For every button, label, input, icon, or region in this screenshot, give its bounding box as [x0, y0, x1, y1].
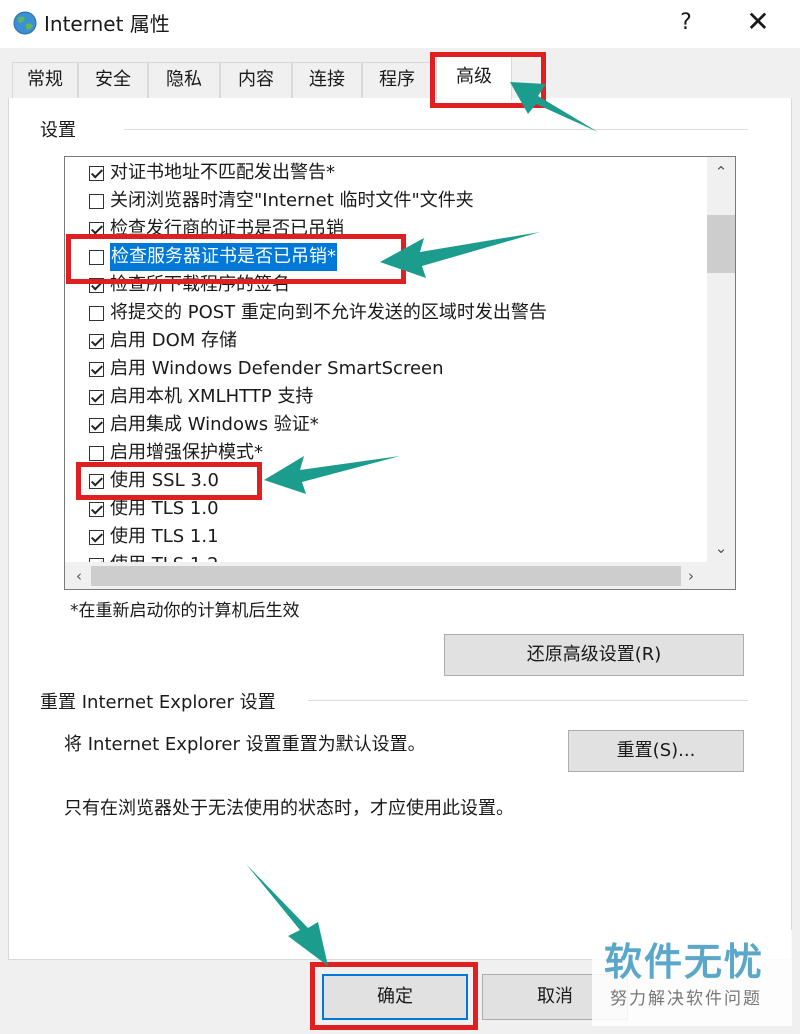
checkbox[interactable] [89, 473, 104, 489]
watermark-tagline: 努力解决软件问题 [610, 989, 762, 1009]
list-item-selected[interactable]: 检查服务器证书是否已吊销* [89, 243, 337, 271]
reset-description: 将 Internet Explorer 设置重置为默认设置。 [64, 734, 426, 755]
list-item[interactable]: 启用本机 XMLHTTP 支持 [89, 383, 313, 411]
horizontal-scroll-thumb[interactable] [91, 566, 681, 586]
checkbox[interactable] [89, 445, 104, 461]
list-item[interactable]: 启用集成 Windows 验证* [89, 411, 319, 439]
scroll-left-icon[interactable]: ‹ [65, 563, 93, 589]
checkbox[interactable] [89, 361, 104, 377]
list-item[interactable]: 使用 TLS 1.0 [89, 495, 219, 523]
list-item[interactable]: 检查所下载程序的签名 [89, 271, 290, 299]
close-button[interactable]: ✕ [744, 6, 772, 38]
list-item[interactable]: 检查发行商的证书是否已吊销 [89, 215, 344, 243]
checkbox[interactable] [89, 249, 104, 265]
list-item[interactable]: 使用 SSL 3.0 [89, 467, 219, 495]
ok-button[interactable]: 确定 [322, 974, 468, 1020]
tab-security[interactable]: 安全 [78, 62, 148, 99]
vertical-scroll-thumb[interactable] [707, 215, 735, 273]
group-divider [124, 129, 748, 130]
list-item[interactable]: 将提交的 POST 重定向到不允许发送的区域时发出警告 [89, 299, 547, 327]
scroll-down-icon[interactable]: ⌄ [707, 535, 735, 561]
internet-globe-icon [13, 11, 37, 35]
list-item[interactable]: 启用 Windows Defender SmartScreen [89, 355, 444, 383]
checkbox[interactable] [89, 165, 104, 181]
tab-advanced[interactable]: 高级 [436, 56, 512, 100]
checkbox[interactable] [89, 277, 104, 293]
scroll-up-icon[interactable]: ⌃ [707, 159, 735, 185]
tab-connections[interactable]: 连接 [292, 62, 362, 99]
checkbox[interactable] [89, 333, 104, 349]
settings-group-label: 设置 [40, 120, 76, 141]
restore-advanced-button[interactable]: 还原高级设置(R) [444, 634, 744, 676]
group-divider [308, 700, 748, 701]
restart-note: *在重新启动你的计算机后生效 [70, 601, 300, 621]
settings-list[interactable]: 对证书地址不匹配发出警告* 关闭浏览器时清空"Internet 临时文件"文件夹… [64, 156, 736, 590]
tab-general[interactable]: 常规 [12, 62, 78, 99]
tab-programs[interactable]: 程序 [362, 62, 432, 99]
help-button[interactable]: ? [674, 8, 698, 38]
list-item[interactable]: 关闭浏览器时清空"Internet 临时文件"文件夹 [89, 187, 474, 215]
list-item[interactable]: 启用增强保护模式* [89, 439, 263, 467]
title-bar: Internet 属性 ? ✕ [0, 0, 800, 48]
watermark-logo: 软件无忧 [604, 940, 765, 984]
reset-warning: 只有在浏览器处于无法使用的状态时，才应使用此设置。 [64, 798, 514, 819]
reset-group-label: 重置 Internet Explorer 设置 [40, 692, 276, 713]
checkbox[interactable] [89, 305, 104, 321]
window-title: Internet 属性 [44, 12, 170, 36]
checkbox[interactable] [89, 193, 104, 209]
list-item[interactable]: 对证书地址不匹配发出警告* [89, 159, 335, 187]
tab-privacy[interactable]: 隐私 [148, 62, 220, 99]
scroll-right-icon[interactable]: › [677, 563, 705, 589]
checkbox[interactable] [89, 501, 104, 517]
checkbox[interactable] [89, 529, 104, 545]
checkbox[interactable] [89, 417, 104, 433]
list-item[interactable]: 启用 DOM 存储 [89, 327, 237, 355]
checkbox[interactable] [89, 221, 104, 237]
checkbox[interactable] [89, 389, 104, 405]
tab-content[interactable]: 内容 [220, 62, 292, 99]
list-item[interactable]: 使用 TLS 1.1 [89, 523, 219, 551]
reset-button[interactable]: 重置(S)... [568, 730, 744, 772]
